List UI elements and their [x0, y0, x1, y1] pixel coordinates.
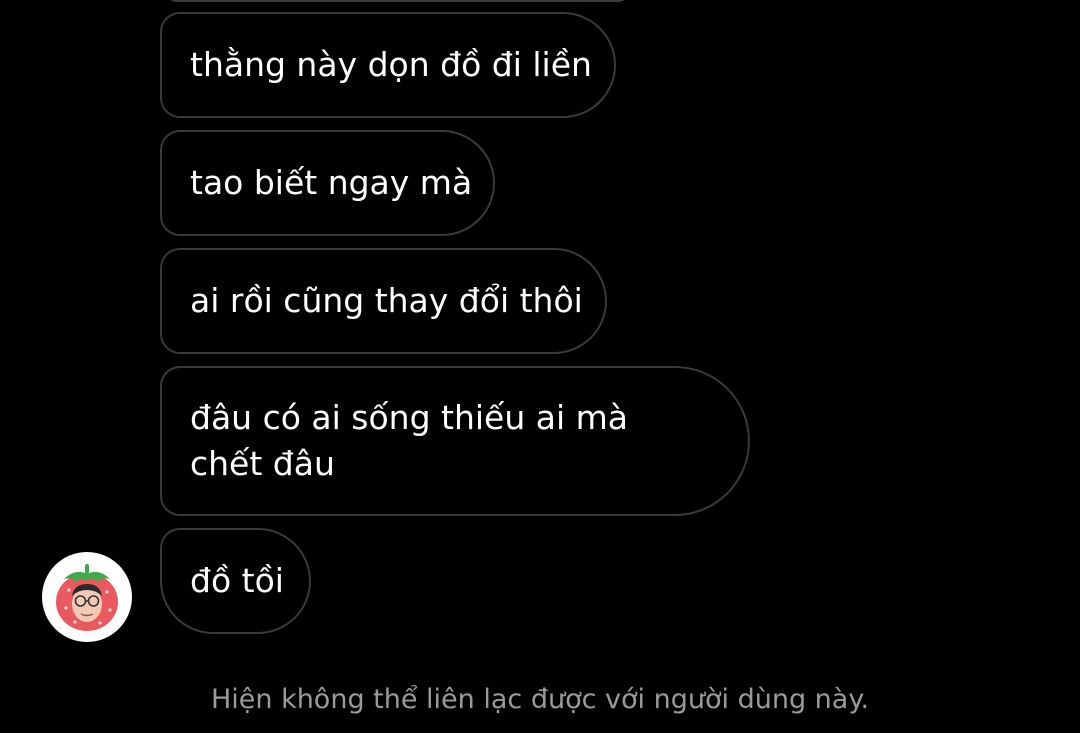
unavailable-status-text: Hiện không thể liên lạc được với người d… — [210, 684, 870, 715]
sender-avatar[interactable] — [42, 552, 132, 642]
message-text: đâu có ai sống thiếu ai mà chết đâu — [190, 398, 628, 483]
message-text: thằng này dọn đồ đi liền — [190, 45, 592, 84]
message-bubble[interactable]: đâu có ai sống thiếu ai mà chết đâu — [160, 366, 750, 516]
message-text: ai rồi cũng thay đổi thôi — [190, 281, 583, 320]
previous-bubble-edge — [165, 0, 630, 2]
message-text: đồ tồi — [190, 561, 284, 600]
message-bubble[interactable]: ai rồi cũng thay đổi thôi — [160, 248, 607, 354]
strawberry-avatar-icon — [56, 564, 118, 631]
message-text: tao biết ngay mà — [190, 163, 473, 202]
message-bubble[interactable]: đồ tồi — [160, 528, 311, 634]
message-bubble[interactable]: thằng này dọn đồ đi liền — [160, 12, 616, 118]
message-bubble[interactable]: tao biết ngay mà — [160, 130, 495, 236]
